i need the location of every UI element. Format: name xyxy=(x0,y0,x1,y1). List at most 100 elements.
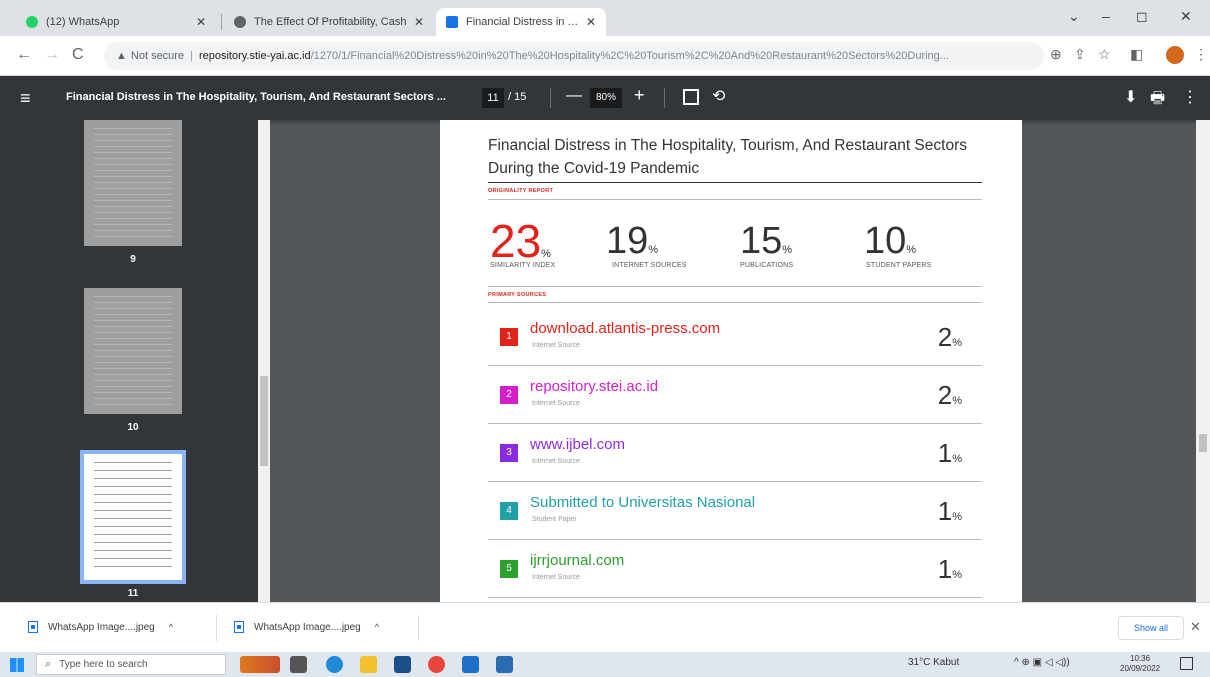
maximize-button[interactable]: ◻ xyxy=(1136,8,1148,25)
taskbar-clock[interactable]: 10:36 20/09/2022 xyxy=(1120,654,1160,674)
zoom-icon[interactable]: ⊕ xyxy=(1050,46,1062,63)
reload-button[interactable]: C xyxy=(72,46,84,64)
download-filename: WhatsApp Image....jpeg xyxy=(48,621,155,633)
download-divider xyxy=(418,615,419,641)
file-explorer-icon[interactable] xyxy=(360,656,377,673)
download-item[interactable]: WhatsApp Image....jpeg ^ xyxy=(234,621,379,633)
side-panel-icon[interactable]: ◧ xyxy=(1130,46,1143,63)
not-secure-label[interactable]: Not secure xyxy=(131,50,184,62)
share-icon[interactable]: ⇪ xyxy=(1074,46,1086,63)
scrollbar-thumb[interactable] xyxy=(1199,434,1207,452)
show-all-button[interactable]: Show all xyxy=(1118,616,1184,640)
thumbnail-label: 11 xyxy=(127,588,139,599)
pdf-page: Financial Distress in The Hospitality, T… xyxy=(440,120,1022,602)
rotate-icon[interactable]: ⟲ xyxy=(712,86,725,106)
title-underline xyxy=(488,182,982,183)
minimize-button[interactable]: – xyxy=(1102,8,1110,24)
page-thumbnail[interactable] xyxy=(84,288,182,414)
hamburger-menu-icon[interactable]: ≡ xyxy=(20,88,31,109)
stat-unit: % xyxy=(906,244,917,256)
close-tab-icon[interactable]: ✕ xyxy=(196,15,206,29)
page-total: / 15 xyxy=(508,91,527,103)
store-icon[interactable] xyxy=(394,656,411,673)
stat-unit: % xyxy=(648,244,659,256)
download-divider xyxy=(216,615,217,641)
originality-label: ORIGINALITY REPORT xyxy=(488,188,554,194)
stat-value: 19 xyxy=(606,220,649,262)
page-thumbnail[interactable] xyxy=(84,120,182,246)
task-view-icon[interactable] xyxy=(290,656,307,673)
source-type: Internet Source xyxy=(532,458,580,465)
bookmark-star-icon[interactable]: ☆ xyxy=(1098,46,1111,63)
zoom-out-button[interactable]: — xyxy=(566,87,582,105)
report-title: Financial Distress in The Hospitality, T… xyxy=(488,137,967,177)
search-icon: ⌕ xyxy=(45,658,52,670)
back-button[interactable]: ← xyxy=(16,46,32,64)
notifications-icon[interactable] xyxy=(1180,657,1193,670)
whatsapp-icon xyxy=(26,16,38,28)
downloads-bar: WhatsApp Image....jpeg ^ WhatsApp Image.… xyxy=(0,602,1210,652)
print-icon[interactable]: 🖶 xyxy=(1150,87,1165,114)
zoom-level-input[interactable]: 80% xyxy=(590,88,622,108)
image-file-icon xyxy=(28,621,38,633)
source-type: Internet Source xyxy=(532,400,580,407)
source-row: 4 Submitted to Universitas Nasional Stud… xyxy=(488,482,982,540)
thumbnail-sidebar: 9 10 11 xyxy=(0,120,270,602)
stat-label: STUDENT PAPERS xyxy=(866,262,932,269)
source-percent: 1% xyxy=(937,554,962,584)
download-item[interactable]: WhatsApp Image....jpeg ^ xyxy=(28,621,173,633)
tab-financial-distress-active[interactable]: Financial Distress in The Hospita ✕ xyxy=(436,8,606,36)
close-downloads-icon[interactable]: ✕ xyxy=(1190,619,1201,635)
source-number: 3 xyxy=(500,444,518,462)
source-name: Submitted to Universitas Nasional xyxy=(530,494,756,511)
close-window-button[interactable]: ✕ xyxy=(1180,8,1192,25)
zoom-in-button[interactable]: + xyxy=(634,85,645,106)
fit-to-page-icon[interactable] xyxy=(683,89,699,105)
primary-sources-label: PRIMARY SOURCES xyxy=(488,292,547,298)
chevron-up-icon[interactable]: ^ xyxy=(169,622,173,632)
student-papers-stat: 10% xyxy=(864,220,916,263)
source-row: 2 repository.stei.ac.id Internet Source … xyxy=(488,366,982,424)
page-thumbnail-active[interactable] xyxy=(80,450,186,584)
divider xyxy=(488,199,982,200)
windows-start-icon[interactable] xyxy=(10,658,24,672)
tab-whatsapp[interactable]: (12) WhatsApp ✕ xyxy=(16,8,216,36)
scrollbar-thumb[interactable] xyxy=(260,376,268,466)
edge-browser-icon[interactable] xyxy=(326,656,343,673)
source-name: ijrrjournal.com xyxy=(530,552,625,569)
profile-avatar[interactable] xyxy=(1166,46,1184,64)
weather-widget[interactable]: 31°C Kabut xyxy=(908,657,959,668)
close-tab-icon[interactable]: ✕ xyxy=(586,15,596,29)
pdf-file-icon xyxy=(446,16,458,28)
more-actions-icon[interactable]: ⋮ xyxy=(1182,87,1198,107)
news-widget-icon[interactable] xyxy=(240,656,280,673)
document-title: Financial Distress in The Hospitality, T… xyxy=(66,91,446,103)
stat-value: 10 xyxy=(864,220,907,262)
similarity-index-stat: 23% xyxy=(490,214,551,268)
tab-title: (12) WhatsApp xyxy=(46,16,120,28)
tab-search-icon[interactable]: ⌄ xyxy=(1068,8,1080,25)
download-icon[interactable]: ⬇ xyxy=(1124,87,1137,107)
close-tab-icon[interactable]: ✕ xyxy=(414,15,424,29)
system-tray-icons[interactable]: ^ ⊕ ▣ ◁ ◁)) xyxy=(1014,657,1070,668)
browser-menu-icon[interactable]: ⋮ xyxy=(1194,46,1208,63)
main-scrollbar[interactable] xyxy=(1196,120,1210,602)
page-number-input[interactable]: 11 xyxy=(482,88,504,108)
source-row: 3 www.ijbel.com Internet Source 1% xyxy=(488,424,982,482)
thumbnail-label: 9 xyxy=(130,254,136,265)
forward-button[interactable]: → xyxy=(44,46,60,64)
search-placeholder: Type here to search xyxy=(59,659,148,670)
address-bar[interactable]: ▲ Not secure | repository.stie-yai.ac.id… xyxy=(104,42,1044,70)
tab-effect-of-profitability[interactable]: The Effect Of Profitability, Cash ✕ xyxy=(224,8,434,36)
sidebar-scrollbar[interactable] xyxy=(258,120,270,602)
warning-icon[interactable]: ▲ xyxy=(116,50,127,62)
download-filename: WhatsApp Image....jpeg xyxy=(254,621,361,633)
photos-icon[interactable] xyxy=(496,656,513,673)
chevron-up-icon[interactable]: ^ xyxy=(375,622,379,632)
chrome-icon[interactable] xyxy=(428,656,445,673)
outlook-icon[interactable] xyxy=(462,656,479,673)
taskbar-search[interactable]: ⌕ Type here to search xyxy=(36,654,226,675)
source-percent: 1% xyxy=(937,438,962,468)
date: 20/09/2022 xyxy=(1120,664,1161,673)
globe-icon xyxy=(234,16,246,28)
